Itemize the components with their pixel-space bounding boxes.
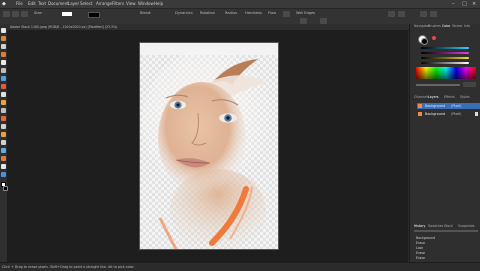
hardness-control[interactable]: Hardness bbox=[245, 11, 262, 16]
menu-item-help[interactable]: Help bbox=[154, 1, 163, 7]
panel-tab-color[interactable]: Color bbox=[442, 24, 450, 29]
menu-item-layer[interactable]: Layer bbox=[68, 1, 79, 7]
app-logo-icon: ◆ bbox=[2, 1, 6, 7]
panel-tab-brushes[interactable]: Brushes bbox=[428, 24, 441, 29]
panel-tab-styles[interactable]: Styles bbox=[460, 95, 470, 100]
layer-visibility-icon[interactable] bbox=[475, 112, 478, 116]
move-tool-icon[interactable] bbox=[1, 28, 6, 33]
document-canvas[interactable] bbox=[139, 42, 279, 253]
menu-item-view[interactable]: View bbox=[126, 1, 136, 7]
yellow-slider[interactable] bbox=[421, 57, 469, 59]
color-swatch-black[interactable] bbox=[88, 12, 100, 18]
selection-brush-icon[interactable] bbox=[1, 52, 6, 57]
help-icon[interactable] bbox=[388, 11, 395, 17]
panel-tab-stroke[interactable]: Stroke bbox=[452, 24, 462, 29]
color-mode-dot[interactable] bbox=[432, 36, 436, 40]
history-item[interactable]: Erase bbox=[416, 241, 425, 245]
opacity-value-box[interactable] bbox=[463, 82, 476, 87]
panel-tab-channels[interactable]: Channels bbox=[414, 95, 429, 100]
minimize-icon[interactable]: – bbox=[452, 1, 455, 7]
blend-label: Blend: bbox=[140, 11, 152, 15]
text-tool-icon[interactable] bbox=[1, 164, 6, 169]
document-tab-bar: Adobe Stock 1165.jpeg (RGB/8 - 1200x2000… bbox=[7, 24, 408, 31]
paint-brush-icon[interactable] bbox=[1, 84, 6, 89]
color-spectrum[interactable] bbox=[416, 67, 476, 79]
history-item[interactable]: Erase bbox=[416, 256, 425, 260]
flood-fill-icon[interactable] bbox=[1, 76, 6, 81]
menu-bar: ◆ File Edit Text Document Layer Select A… bbox=[0, 0, 480, 9]
tools-panel bbox=[0, 24, 8, 262]
pen-tool-icon[interactable] bbox=[1, 148, 6, 153]
secondary-color-well[interactable] bbox=[421, 38, 428, 45]
menu-item-filters[interactable]: Filters bbox=[112, 1, 124, 7]
red-eye-tool-icon[interactable] bbox=[1, 132, 6, 137]
history-item[interactable]: Background bbox=[416, 236, 435, 240]
rotation-control[interactable]: Rotation bbox=[200, 11, 215, 16]
layer-name: Background bbox=[425, 112, 446, 116]
panel-tab-stock[interactable]: Stock bbox=[444, 224, 453, 229]
history-scrubber[interactable] bbox=[414, 230, 478, 232]
layer-type: (Pixel) bbox=[451, 112, 462, 116]
close-icon[interactable]: × bbox=[472, 1, 476, 7]
menu-item-window[interactable]: Window bbox=[138, 1, 154, 7]
panel-tab-layers[interactable]: Layers bbox=[428, 95, 439, 100]
studio-icon[interactable] bbox=[430, 11, 437, 17]
layer-thumbnail bbox=[418, 112, 422, 116]
crop-tool-icon[interactable] bbox=[1, 44, 6, 49]
share-icon[interactable] bbox=[398, 11, 405, 17]
wet-edges-control[interactable]: Wet Edges bbox=[296, 11, 315, 16]
shape-tool-icon[interactable] bbox=[1, 156, 6, 161]
layer-row[interactable]: Background (Pixel) bbox=[417, 103, 480, 109]
panel-tab-swatches[interactable]: Swatches bbox=[428, 224, 443, 229]
view-tool-icon[interactable] bbox=[1, 36, 6, 41]
size-label: Size: bbox=[34, 11, 43, 15]
blemish-tool-icon[interactable] bbox=[1, 124, 6, 129]
radius-control[interactable]: Radius bbox=[225, 11, 237, 16]
persona-develop-icon[interactable] bbox=[21, 11, 28, 17]
color-swatch-white[interactable] bbox=[62, 12, 72, 16]
menu-item-file[interactable]: File bbox=[16, 1, 23, 7]
history-item[interactable]: Erase bbox=[416, 251, 425, 255]
history-item[interactable]: Lock bbox=[416, 246, 423, 250]
clone-tool-icon[interactable] bbox=[1, 108, 6, 113]
layer-thumbnail bbox=[418, 104, 422, 108]
document-tab[interactable]: Adobe Stock 1165.jpeg (RGB/8 - 1200x2000… bbox=[10, 24, 117, 30]
maximize-icon[interactable]: □ bbox=[462, 1, 467, 7]
menu-item-arrange[interactable]: Arrange bbox=[96, 1, 112, 7]
menu-item-select[interactable]: Select bbox=[80, 1, 92, 7]
smudge-tool-icon[interactable] bbox=[1, 140, 6, 145]
marquee-tool-icon[interactable] bbox=[1, 60, 6, 65]
lasso-tool-icon[interactable] bbox=[1, 68, 6, 73]
dodge-tool-icon[interactable] bbox=[1, 100, 6, 105]
gradient-tool-icon[interactable] bbox=[1, 172, 6, 177]
panels-icon[interactable] bbox=[420, 11, 427, 17]
layer-row[interactable]: Background (Pixel) bbox=[417, 111, 480, 117]
healing-tool-icon[interactable] bbox=[1, 116, 6, 121]
opacity-slider[interactable] bbox=[416, 84, 460, 86]
black-slider[interactable] bbox=[421, 62, 469, 64]
magenta-slider[interactable] bbox=[421, 52, 469, 54]
erase-brush-icon[interactable] bbox=[1, 92, 6, 97]
persona-photo-icon[interactable] bbox=[3, 11, 10, 17]
panel-tab-info[interactable]: Info bbox=[464, 24, 470, 29]
menu-item-document[interactable]: Document bbox=[48, 1, 69, 7]
menu-item-text[interactable]: Text bbox=[38, 1, 46, 7]
dynamics-control[interactable]: Dynamics bbox=[175, 11, 193, 16]
panel-tab-snapshots[interactable]: Snapshots bbox=[458, 224, 475, 229]
snapping-icon[interactable] bbox=[283, 11, 290, 17]
persona-liquify-icon[interactable] bbox=[12, 11, 19, 17]
panel-tab-history[interactable]: History bbox=[414, 224, 425, 229]
flow-control[interactable]: Flow bbox=[268, 11, 276, 16]
portrait-image bbox=[140, 43, 278, 253]
layer-name: Background bbox=[425, 104, 446, 108]
layer-type: (Pixel) bbox=[451, 104, 462, 108]
panel-tab-effects[interactable]: Effects bbox=[444, 95, 455, 100]
menu-item-edit[interactable]: Edit bbox=[28, 1, 36, 7]
cyan-slider[interactable] bbox=[421, 47, 469, 49]
